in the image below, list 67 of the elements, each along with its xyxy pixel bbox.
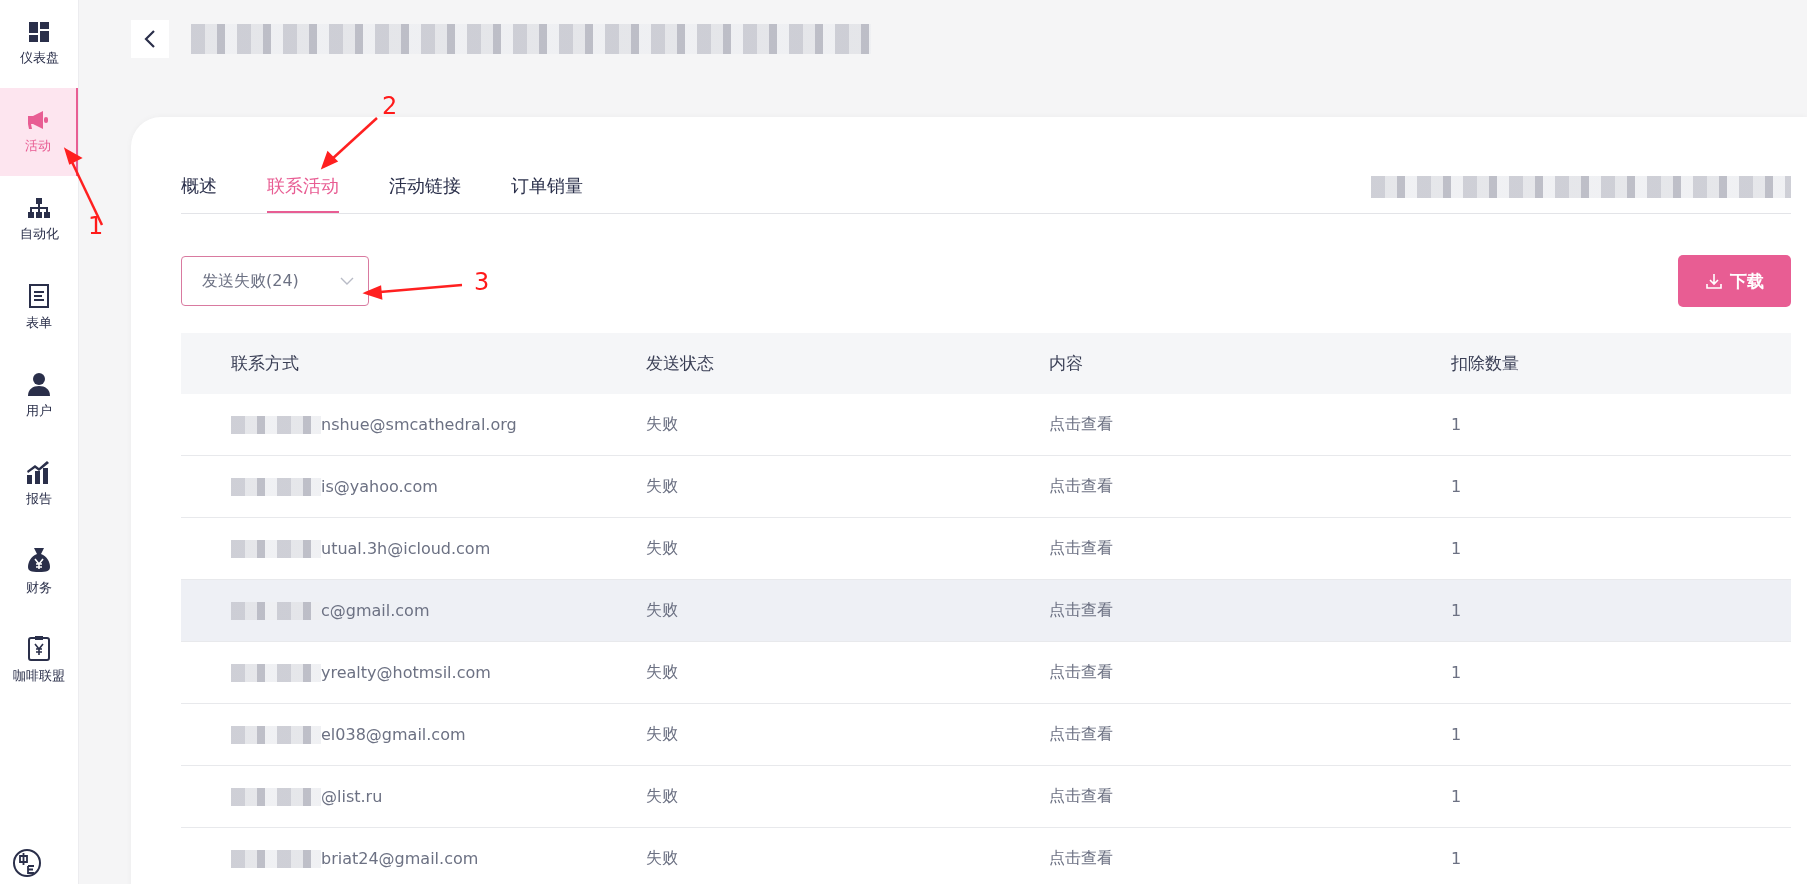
status-cell-text: 失败	[646, 538, 679, 559]
column-header: 内容	[1049, 352, 1084, 375]
annotation-number: 1	[88, 212, 104, 240]
email-text: is@yahoo.com	[321, 477, 438, 496]
annotation-number: 2	[382, 92, 398, 120]
sidebar-item[interactable]: 报告	[0, 440, 78, 528]
status-cell-text: 失败	[646, 724, 679, 745]
status-cell-text: 失败	[646, 600, 679, 621]
chevron-left-icon	[144, 29, 156, 49]
clipboard-icon	[28, 635, 50, 661]
download-icon	[1705, 273, 1722, 289]
sidebar-item[interactable]: 仪表盘	[0, 0, 78, 88]
status-dropdown[interactable]: 发送失败(24)	[181, 256, 369, 306]
back-button[interactable]	[131, 20, 169, 58]
user-icon	[27, 372, 51, 396]
count-cell-text: 1	[1451, 849, 1463, 868]
status-cell-text: 失败	[646, 476, 679, 497]
view-link[interactable]: 点击查看	[1049, 538, 1451, 559]
download-button[interactable]: 下载	[1678, 255, 1791, 307]
sidebar-item[interactable]: 用户	[0, 352, 78, 440]
tab[interactable]: 概述	[181, 161, 217, 213]
email-text: utual.3h@icloud.com	[321, 539, 491, 558]
status-cell-text: 失败	[646, 662, 679, 683]
count-cell-text: 1	[1451, 477, 1463, 496]
hierarchy-icon	[27, 197, 51, 219]
view-link[interactable]: 点击查看	[1049, 414, 1451, 435]
count-cell-text: 1	[1451, 663, 1463, 682]
table-row[interactable]: c@gmail.com 失败 点击查看 1	[181, 580, 1791, 642]
sidebar-item[interactable]: 表单	[0, 264, 78, 352]
sidebar-item[interactable]: 咖啡联盟	[0, 616, 78, 704]
count-cell-text: 1	[1451, 601, 1463, 620]
column-header: 扣除数量	[1451, 352, 1520, 375]
status-cell-text: 失败	[646, 786, 679, 807]
megaphone-icon	[26, 109, 50, 131]
count-cell-text: 1	[1451, 787, 1463, 806]
annotation-arrow	[320, 117, 378, 170]
sidebar-item[interactable]: 财务	[0, 528, 78, 616]
view-link[interactable]: 点击查看	[1049, 848, 1451, 869]
annotation-number: 3	[474, 268, 490, 296]
document-icon	[29, 284, 49, 308]
status-cell-text: 失败	[646, 414, 679, 435]
count-cell-text: 1	[1451, 539, 1463, 558]
count-cell-text: 1	[1451, 725, 1463, 744]
tab[interactable]: 活动链接	[389, 161, 461, 213]
view-link[interactable]: 点击查看	[1049, 600, 1451, 621]
language-icon[interactable]	[12, 848, 42, 878]
status-cell-text: 失败	[646, 848, 679, 869]
email-text: briat24@gmail.com	[321, 849, 479, 868]
sidebar-item[interactable]: 活动	[0, 88, 78, 176]
chart-icon	[26, 460, 52, 484]
sidebar-item[interactable]: 自动化	[0, 176, 78, 264]
email-text: yrealty@hotmsil.com	[321, 663, 491, 682]
column-header: 联系方式	[231, 352, 300, 375]
view-link[interactable]: 点击查看	[1049, 724, 1451, 745]
tab[interactable]: 订单销量	[511, 161, 583, 213]
view-link[interactable]: 点击查看	[1049, 476, 1451, 497]
count-cell-text: 1	[1451, 415, 1463, 434]
money-bag-icon	[27, 547, 51, 573]
email-text: @list.ru	[321, 787, 383, 806]
email-text: nshue@smcathedral.org	[321, 415, 517, 434]
view-link[interactable]: 点击查看	[1049, 786, 1451, 807]
email-text: c@gmail.com	[321, 601, 430, 620]
column-header: 发送状态	[646, 352, 715, 375]
dashboard-icon	[28, 21, 50, 43]
email-text: el038@gmail.com	[321, 725, 466, 744]
chevron-down-icon	[340, 277, 354, 285]
view-link[interactable]: 点击查看	[1049, 662, 1451, 683]
